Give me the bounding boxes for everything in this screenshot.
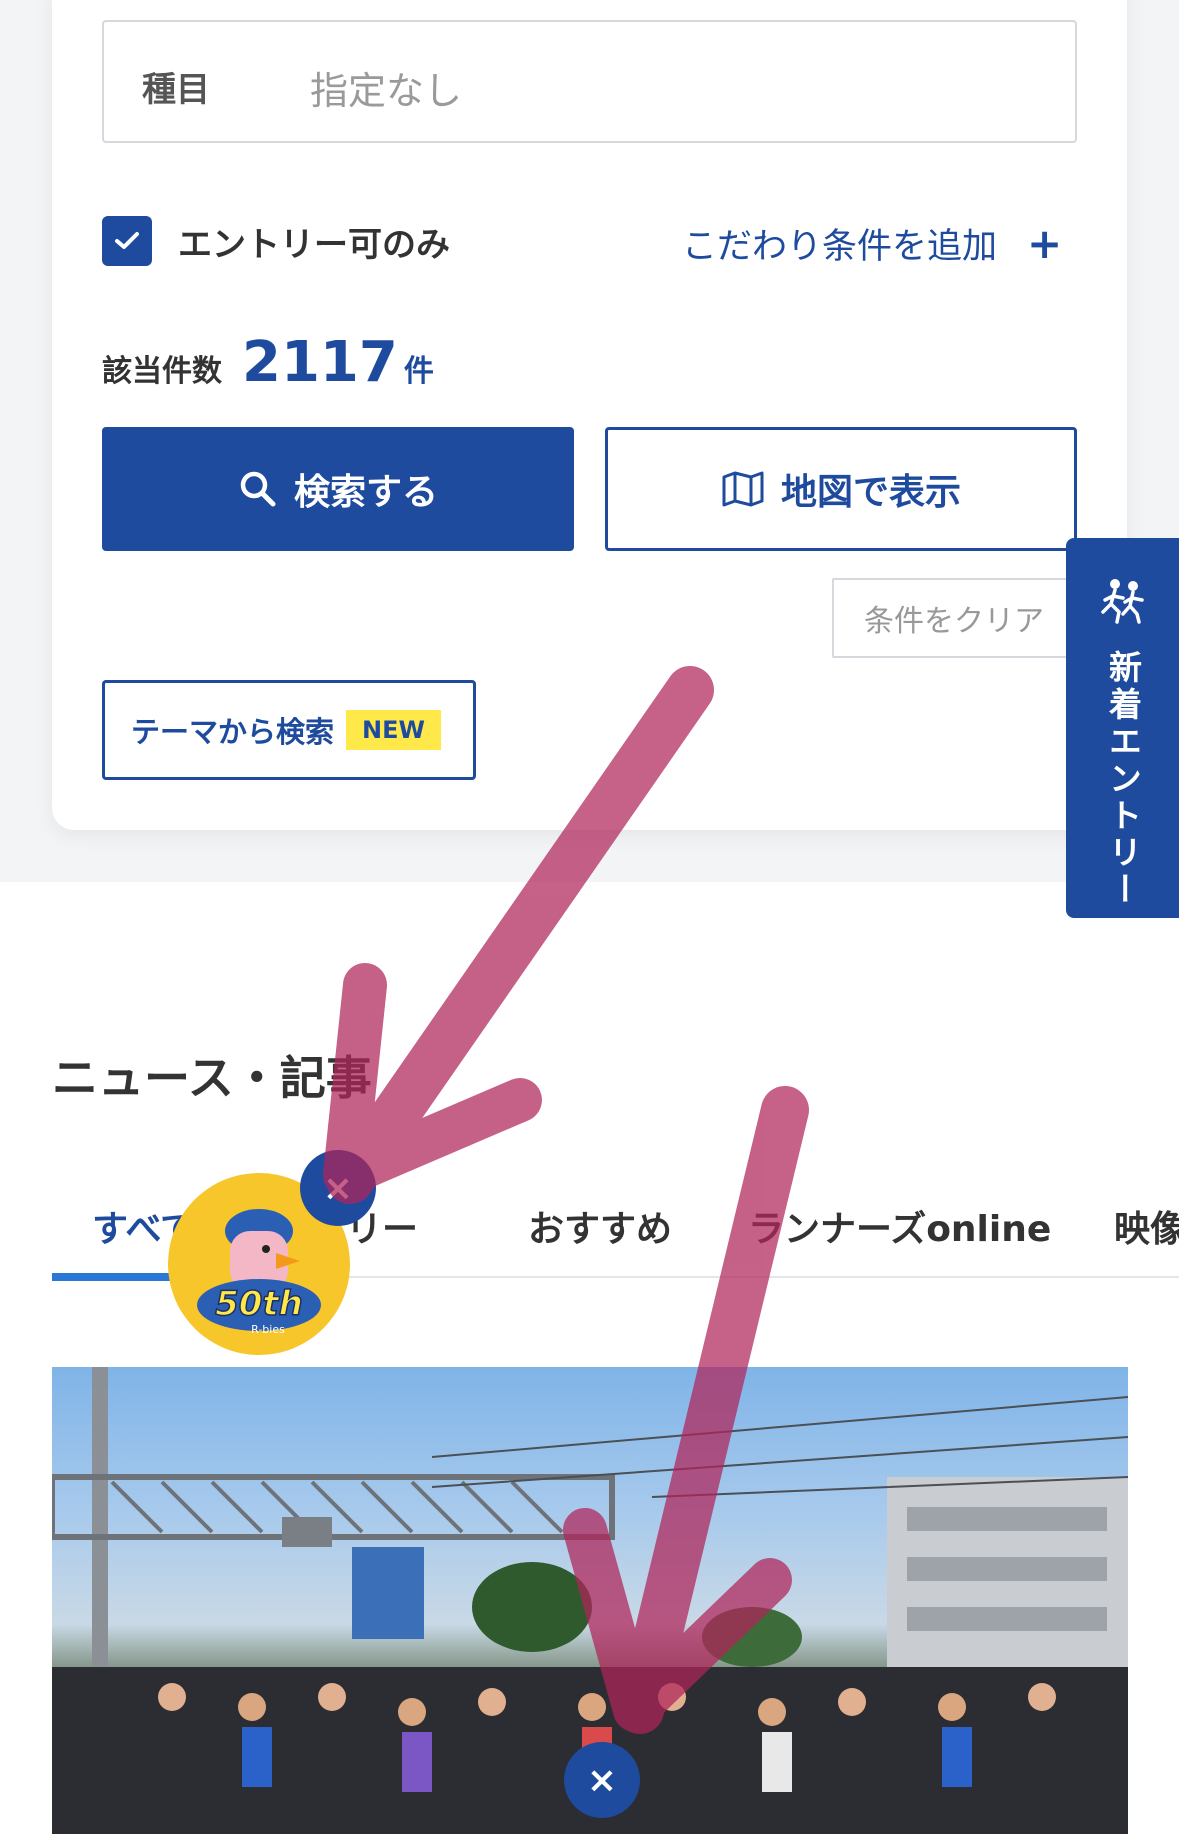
theme-search-button[interactable]: テーマから検索 NEW	[102, 680, 476, 780]
new-badge: NEW	[346, 710, 441, 750]
news-section-title: ニュース・記事	[52, 1051, 372, 1105]
result-count-label: 該当件数	[102, 354, 222, 389]
category-value: 指定なし	[310, 69, 463, 113]
runners-icon	[1100, 579, 1144, 624]
entry-only-checkbox[interactable]	[102, 216, 152, 266]
search-button[interactable]: 検索する	[102, 427, 574, 551]
add-condition-link[interactable]: こだわり条件を追加 +	[682, 218, 1062, 269]
mascot-brand-text: R-bies	[251, 1323, 285, 1336]
result-count-value: 2117	[242, 330, 398, 395]
new-entries-label: 新着エントリー	[1103, 650, 1143, 909]
map-icon	[722, 471, 764, 507]
tab-recommended[interactable]: おすすめ	[528, 1200, 672, 1252]
mascot-50th-text: 50th	[215, 1284, 303, 1324]
search-button-label: 検索する	[293, 472, 438, 513]
tab-video[interactable]: 映像	[1114, 1200, 1179, 1252]
close-banner-button[interactable]: ×	[564, 1742, 640, 1818]
close-icon: ×	[322, 1167, 354, 1209]
result-count: 該当件数 2117 件	[102, 330, 434, 395]
tab-runners-online[interactable]: ランナーズonline	[748, 1200, 1051, 1252]
plus-icon: +	[1027, 219, 1063, 268]
clear-conditions-button[interactable]: 条件をクリア	[832, 578, 1082, 658]
check-icon	[115, 232, 139, 249]
category-label: 種目	[142, 70, 210, 110]
entry-only-filter[interactable]: エントリー可のみ	[102, 215, 450, 267]
page: 種目 指定なし エントリー可のみ こだわり条件を追加 + 該当件数 2117 件…	[0, 0, 1179, 1834]
category-select[interactable]: 種目 指定なし	[102, 20, 1077, 143]
map-view-button-label: 地図で表示	[780, 472, 961, 513]
map-view-button[interactable]: 地図で表示	[605, 427, 1077, 551]
entry-only-label: エントリー可のみ	[178, 224, 450, 265]
close-icon: ×	[586, 1759, 618, 1801]
result-count-unit: 件	[403, 354, 434, 389]
new-entries-side-tab[interactable]: 新着エントリー	[1066, 538, 1179, 918]
add-condition-label: こだわり条件を追加	[682, 227, 998, 267]
close-mascot-button[interactable]: ×	[300, 1150, 376, 1226]
search-icon	[240, 471, 276, 507]
theme-search-label: テーマから検索	[131, 715, 335, 749]
